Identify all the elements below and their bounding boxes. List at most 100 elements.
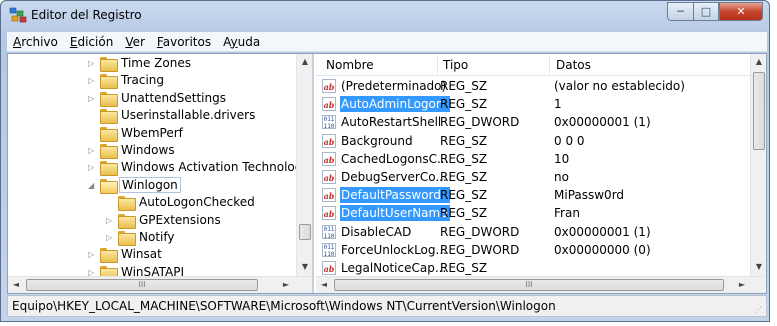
value-row[interactable]: ab AutoAdminLogon REG_SZ 1 bbox=[316, 95, 750, 113]
tree-item-label: Time Zones bbox=[121, 56, 191, 70]
close-button[interactable]: ✕ bbox=[719, 2, 763, 21]
column-header-data[interactable]: Datos bbox=[556, 58, 591, 72]
values-header: Nombre Tipo Datos bbox=[316, 54, 750, 76]
tree-scroll-thumb[interactable] bbox=[299, 224, 311, 240]
tree-item-winsat[interactable]: ▷ Winsat bbox=[8, 246, 298, 264]
tree-item-wbemperf[interactable]: WbemPerf bbox=[8, 125, 298, 143]
menu-edicion[interactable]: Edición bbox=[64, 35, 119, 49]
value-type: REG_SZ bbox=[440, 261, 488, 275]
folder-icon bbox=[100, 74, 118, 90]
tree-scroll-up-button[interactable]: ▲ bbox=[297, 54, 312, 70]
reg-sz-icon: ab bbox=[322, 97, 336, 112]
value-row[interactable]: ab DefaultUserName REG_SZ Fran bbox=[316, 204, 750, 222]
value-type: REG_SZ bbox=[440, 79, 488, 93]
value-type: REG_DWORD bbox=[440, 115, 520, 130]
value-row[interactable]: ab (Predeterminado) REG_SZ (valor no establ… bbox=[316, 77, 750, 95]
value-type: REG_SZ bbox=[440, 188, 488, 203]
menu-favoritos[interactable]: Favoritos bbox=[151, 35, 217, 49]
expand-arrow-icon[interactable]: ▷ bbox=[106, 233, 114, 243]
expand-arrow-icon[interactable]: ▷ bbox=[88, 76, 96, 86]
reg-sz-icon: ab bbox=[322, 261, 336, 275]
value-row[interactable]: 011 110 ForceUnlockLog... REG_DWORD 0x00000… bbox=[316, 241, 750, 259]
value-name: AutoAdminLogon bbox=[340, 96, 450, 113]
tree-item-label: Winsat bbox=[121, 247, 162, 262]
value-name: AutoRestartShell bbox=[341, 115, 442, 130]
tree-item-windows-activation-technologies[interactable]: ▷ Windows Activation Technologies bbox=[8, 159, 312, 177]
values-horizontal-scrollbar[interactable]: ◄ III ► bbox=[316, 276, 766, 293]
tree-item-notify[interactable]: ▷ Notify bbox=[8, 229, 298, 247]
registry-tree-pane: ▷ Time Zones ▷ Tracing ▷ UnattendSettings User… bbox=[8, 54, 314, 293]
tree-horizontal-scrollbar[interactable]: ◄ III ► bbox=[8, 276, 312, 293]
value-row[interactable]: ab LegalNoticeCap... REG_SZ bbox=[316, 259, 750, 277]
reg-sz-icon: ab bbox=[322, 170, 336, 184]
column-header-type[interactable]: Tipo bbox=[443, 58, 468, 72]
values-scroll-left-button[interactable]: ◄ bbox=[316, 277, 332, 293]
values-vertical-scrollbar[interactable]: ▲ ▼ bbox=[750, 54, 766, 276]
tree-scroll-right-button[interactable]: ► bbox=[278, 277, 294, 293]
tree-item-time-zones[interactable]: ▷ Time Zones bbox=[8, 55, 298, 73]
value-data: no bbox=[554, 170, 569, 184]
tree-item-label: AutoLogonChecked bbox=[139, 195, 255, 210]
expand-arrow-icon[interactable]: ▷ bbox=[88, 59, 96, 69]
main-content: ▷ Time Zones ▷ Tracing ▷ UnattendSettings User… bbox=[7, 53, 767, 294]
expand-arrow-icon[interactable]: ▷ bbox=[88, 94, 96, 104]
tree-hscroll-thumb[interactable]: III bbox=[26, 279, 258, 291]
column-divider[interactable] bbox=[437, 56, 438, 74]
expand-arrow-icon[interactable]: ▷ bbox=[88, 146, 96, 156]
collapse-arrow-icon[interactable]: ◢ bbox=[88, 181, 96, 191]
folder-icon bbox=[100, 248, 118, 264]
menu-ver[interactable]: Ver bbox=[119, 35, 151, 49]
expand-arrow-icon[interactable]: ▷ bbox=[88, 250, 96, 260]
value-row[interactable]: ab Background REG_SZ 0 0 0 bbox=[316, 132, 750, 150]
values-hscroll-thumb[interactable]: III bbox=[334, 279, 724, 291]
values-scroll-up-button[interactable]: ▲ bbox=[751, 54, 766, 70]
values-scroll-down-button[interactable]: ▼ bbox=[751, 259, 766, 275]
tree-item-userinstallable-drivers[interactable]: Userinstallable.drivers bbox=[8, 107, 298, 125]
value-row[interactable]: ab DebugServerCo... REG_SZ no bbox=[316, 168, 750, 186]
value-data: 0 0 0 bbox=[554, 133, 585, 148]
value-type: REG_SZ bbox=[440, 97, 488, 112]
window-title: Editor del Registro bbox=[31, 8, 142, 22]
value-data: (valor no establecido) bbox=[554, 79, 685, 93]
tree-item-gpextensions[interactable]: ▷ GPExtensions bbox=[8, 212, 298, 230]
value-row[interactable]: ab DefaultPassword REG_SZ MiPassw0rd bbox=[316, 186, 750, 204]
folder-icon bbox=[100, 126, 118, 142]
value-row[interactable]: 011 110 DisableCAD REG_DWORD 0x00000001 (1) bbox=[316, 223, 750, 241]
tree-item-windows[interactable]: ▷ Windows bbox=[8, 142, 298, 160]
expand-arrow-icon[interactable]: ▷ bbox=[88, 163, 96, 173]
value-row[interactable]: ab CachedLogonsC... REG_SZ 10 bbox=[316, 150, 750, 168]
tree-item-unattendsettings[interactable]: ▷ UnattendSettings bbox=[8, 90, 298, 108]
menu-ayuda[interactable]: Ayuda bbox=[217, 35, 266, 49]
tree-item-label: Windows Activation Technologies bbox=[121, 160, 314, 175]
tree-scroll-down-button[interactable]: ▼ bbox=[297, 259, 312, 275]
resize-grip-icon[interactable]: ⋰ bbox=[754, 305, 764, 315]
value-name: (Predeterminado) bbox=[341, 79, 447, 93]
registry-values-pane: Nombre Tipo Datos ab (Predeterminado) REG_… bbox=[316, 54, 766, 293]
value-row[interactable]: 011 110 AutoRestartShell REG_DWORD 0x000000… bbox=[316, 113, 750, 131]
menu-archivo[interactable]: Archivo bbox=[7, 35, 64, 49]
folder-icon bbox=[100, 161, 118, 177]
value-name: DisableCAD bbox=[341, 224, 412, 239]
value-name: CachedLogonsC... bbox=[341, 151, 449, 166]
tree-item-winlogon[interactable]: ◢ Winlogon bbox=[8, 176, 298, 195]
tree-scroll-left-button[interactable]: ◄ bbox=[8, 277, 24, 293]
folder-icon bbox=[100, 144, 118, 159]
expand-arrow-icon[interactable]: ▷ bbox=[106, 216, 114, 226]
tree-item-tracing[interactable]: ▷ Tracing bbox=[8, 72, 298, 90]
column-header-name[interactable]: Nombre bbox=[326, 58, 374, 72]
maximize-button[interactable]: □ bbox=[693, 2, 719, 21]
value-name: Background bbox=[341, 133, 413, 148]
tree-item-autologonchecked[interactable]: AutoLogonChecked bbox=[8, 194, 298, 212]
value-data: 1 bbox=[554, 97, 562, 112]
title-bar[interactable]: Editor del Registro ─ □ ✕ bbox=[1, 1, 769, 29]
value-type: REG_SZ bbox=[440, 206, 488, 221]
minimize-button[interactable]: ─ bbox=[667, 2, 693, 21]
values-scroll-right-button[interactable]: ► bbox=[734, 277, 750, 293]
value-type: REG_SZ bbox=[440, 151, 488, 166]
reg-sz-icon: ab bbox=[322, 188, 336, 203]
value-data: 10 bbox=[554, 151, 570, 166]
tree-vertical-scrollbar[interactable]: ▲ ▼ bbox=[296, 54, 312, 276]
value-type: REG_DWORD bbox=[440, 224, 520, 239]
column-divider[interactable] bbox=[549, 56, 550, 74]
values-scroll-thumb[interactable] bbox=[753, 72, 765, 150]
